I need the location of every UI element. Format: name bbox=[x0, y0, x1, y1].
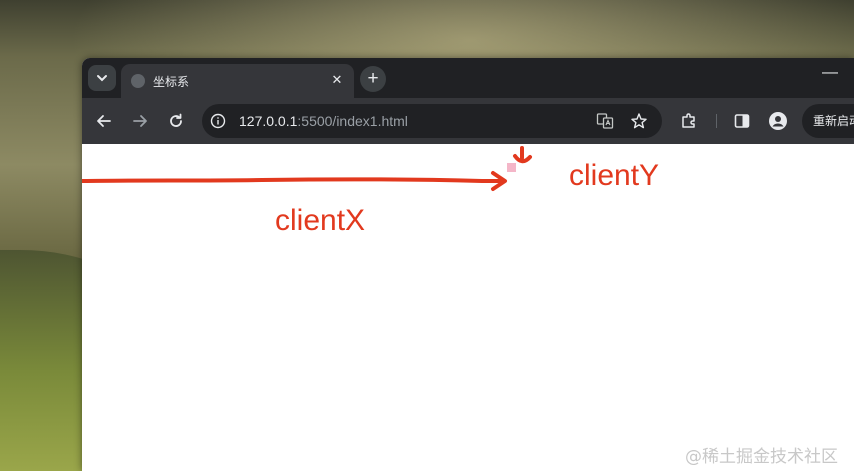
annotation-layer bbox=[82, 146, 532, 191]
profile-button[interactable] bbox=[766, 109, 790, 133]
url-host: 127.0.0.1 bbox=[239, 113, 298, 129]
site-info-icon[interactable] bbox=[210, 113, 226, 129]
translate-icon[interactable] bbox=[596, 112, 614, 130]
tab-title: 坐标系 bbox=[153, 75, 190, 89]
back-arrow-icon bbox=[97, 115, 111, 127]
address-bar[interactable]: 127.0.0.1:5500/index1.html bbox=[202, 104, 662, 138]
minimize-button[interactable]: — bbox=[822, 64, 838, 82]
reload-button[interactable] bbox=[164, 109, 188, 133]
puzzle-icon bbox=[682, 113, 695, 128]
globe-icon bbox=[131, 74, 145, 88]
reload-icon bbox=[170, 113, 182, 127]
url-path: :5500/index1.html bbox=[297, 113, 408, 129]
clientx-label: clientX bbox=[275, 204, 366, 237]
browser-window: 坐标系 ✕ + — 127.0.0.1:5500/index1.html 重新启… bbox=[82, 58, 854, 471]
mouse-position-marker bbox=[507, 163, 516, 172]
watermark: @稀土掘金技术社区 bbox=[685, 447, 838, 467]
toolbar: 127.0.0.1:5500/index1.html 重新启 bbox=[82, 98, 854, 144]
side-panel-button[interactable] bbox=[730, 109, 754, 133]
star-icon[interactable] bbox=[630, 112, 648, 130]
page-content: clientX clientY bbox=[82, 144, 854, 471]
back-button[interactable] bbox=[92, 109, 116, 133]
active-tab[interactable]: 坐标系 ✕ bbox=[121, 64, 354, 98]
side-panel-icon bbox=[734, 114, 750, 128]
tab-strip: 坐标系 ✕ + — bbox=[82, 58, 854, 98]
close-icon[interactable]: ✕ bbox=[328, 71, 346, 89]
avatar-icon bbox=[769, 112, 787, 130]
extensions-button[interactable] bbox=[677, 109, 701, 133]
clientx-arrow-line bbox=[82, 177, 506, 183]
url-text: 127.0.0.1:5500/index1.html bbox=[239, 113, 408, 129]
restart-button[interactable]: 重新启动 bbox=[802, 104, 854, 138]
forward-arrow-icon bbox=[133, 115, 147, 127]
chevron-down-icon bbox=[97, 75, 107, 82]
forward-button[interactable] bbox=[128, 109, 152, 133]
new-tab-button[interactable]: + bbox=[360, 66, 386, 92]
tab-search-button[interactable] bbox=[88, 65, 116, 91]
clienty-label: clientY bbox=[569, 159, 660, 192]
toolbar-divider bbox=[716, 114, 717, 128]
